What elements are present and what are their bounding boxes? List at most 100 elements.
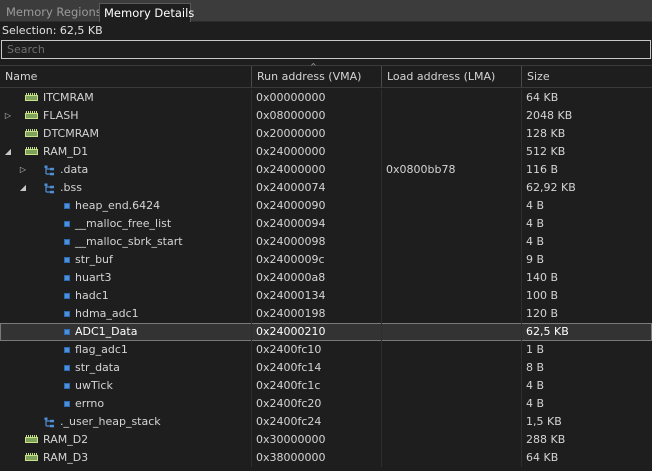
column-divider bbox=[251, 413, 252, 431]
row-run-address: 0x24000134 bbox=[256, 289, 326, 302]
column-divider bbox=[251, 323, 252, 341]
tab-memory-details[interactable]: Memory Details bbox=[99, 3, 194, 22]
column-divider bbox=[521, 305, 522, 323]
row-name: DTCMRAM bbox=[43, 127, 99, 140]
row-name: str_buf bbox=[75, 253, 113, 266]
column-divider bbox=[381, 125, 382, 143]
tree-row[interactable]: str_buf 0x2400009c 9 B bbox=[0, 251, 652, 269]
column-header-name[interactable]: Name bbox=[0, 66, 251, 87]
column-divider bbox=[521, 287, 522, 305]
column-divider bbox=[521, 323, 522, 341]
column-divider bbox=[381, 89, 382, 107]
tree-row[interactable]: hadc1 0x24000134 100 B bbox=[0, 287, 652, 305]
column-divider bbox=[381, 179, 382, 197]
memory-chip-icon bbox=[25, 107, 39, 125]
column-divider bbox=[381, 269, 382, 287]
column-divider bbox=[521, 251, 522, 269]
row-name: heap_end.6424 bbox=[75, 199, 161, 212]
tab-memory-regions[interactable]: Memory Regions bbox=[2, 3, 102, 22]
column-divider bbox=[251, 179, 252, 197]
tree-row[interactable]: ▷ .data 0x24000000 0x0800bb78 116 B bbox=[0, 161, 652, 179]
column-divider bbox=[521, 197, 522, 215]
expanded-arrow-icon[interactable]: ◢ bbox=[3, 143, 13, 161]
row-size: 116 B bbox=[526, 163, 559, 176]
row-run-address: 0x00000000 bbox=[256, 91, 326, 104]
symbol-icon bbox=[60, 233, 74, 251]
column-divider bbox=[381, 161, 382, 179]
column-divider bbox=[251, 89, 252, 107]
row-size: 4 B bbox=[526, 235, 545, 248]
symbol-icon bbox=[60, 251, 74, 269]
tree-row[interactable]: flag_adc1 0x2400fc10 1 B bbox=[0, 341, 652, 359]
row-name: str_data bbox=[75, 361, 120, 374]
row-name: .data bbox=[60, 163, 89, 176]
memory-chip-icon bbox=[25, 125, 39, 143]
row-run-address: 0x08000000 bbox=[256, 109, 326, 122]
column-divider bbox=[381, 431, 382, 449]
row-run-address: 0x24000210 bbox=[256, 325, 326, 338]
row-name: hadc1 bbox=[75, 289, 109, 302]
column-divider bbox=[381, 233, 382, 251]
column-divider bbox=[251, 269, 252, 287]
row-size: 9 B bbox=[526, 253, 545, 266]
column-divider bbox=[251, 359, 252, 377]
row-run-address: 0x2400fc20 bbox=[256, 397, 322, 410]
row-name: ITCMRAM bbox=[43, 91, 94, 104]
column-divider bbox=[381, 323, 382, 341]
column-divider bbox=[251, 377, 252, 395]
row-name: uwTick bbox=[75, 379, 113, 392]
section-tree-icon bbox=[43, 179, 57, 197]
collapsed-arrow-icon[interactable]: ▷ bbox=[3, 107, 13, 125]
column-divider bbox=[251, 251, 252, 269]
tree-row[interactable]: hdma_adc1 0x24000198 120 B bbox=[0, 305, 652, 323]
column-header-load-address[interactable]: Load address (LMA) bbox=[381, 66, 521, 87]
column-divider bbox=[521, 125, 522, 143]
row-size: 2048 KB bbox=[526, 109, 573, 122]
tree-row[interactable]: ADC1_Data 0x24000210 62,5 KB bbox=[0, 323, 652, 341]
tree-row[interactable]: RAM_D2 0x30000000 288 KB bbox=[0, 431, 652, 449]
column-divider bbox=[521, 359, 522, 377]
tree-row[interactable]: huart3 0x240000a8 140 B bbox=[0, 269, 652, 287]
column-divider bbox=[381, 287, 382, 305]
column-divider bbox=[251, 305, 252, 323]
expanded-arrow-icon[interactable]: ◢ bbox=[18, 179, 28, 197]
row-size: 512 KB bbox=[526, 145, 566, 158]
search-box bbox=[1, 40, 651, 59]
tree-row[interactable]: ◢ .bss 0x24000074 62,92 KB bbox=[0, 179, 652, 197]
row-size: 1 B bbox=[526, 343, 545, 356]
column-divider bbox=[251, 197, 252, 215]
column-divider bbox=[251, 161, 252, 179]
row-name: ._user_heap_stack bbox=[60, 415, 161, 428]
tree-row[interactable]: DTCMRAM 0x20000000 128 KB bbox=[0, 125, 652, 143]
tree-row[interactable]: ◢ RAM_D1 0x24000000 512 KB bbox=[0, 143, 652, 161]
symbol-icon bbox=[60, 215, 74, 233]
tree-row[interactable]: ITCMRAM 0x00000000 64 KB bbox=[0, 89, 652, 107]
tree-row[interactable]: uwTick 0x2400fc1c 4 B bbox=[0, 377, 652, 395]
tree-row[interactable]: RAM_D3 0x38000000 64 KB bbox=[0, 449, 652, 467]
symbol-icon bbox=[60, 197, 74, 215]
column-header-size[interactable]: Size bbox=[521, 66, 652, 87]
collapsed-arrow-icon[interactable]: ▷ bbox=[18, 161, 28, 179]
column-divider bbox=[251, 287, 252, 305]
tree-row[interactable]: str_data 0x2400fc14 8 B bbox=[0, 359, 652, 377]
column-divider bbox=[251, 125, 252, 143]
row-size: 8 B bbox=[526, 361, 545, 374]
row-name: RAM_D2 bbox=[43, 433, 89, 446]
tree-row[interactable]: ._user_heap_stack 0x2400fc24 1,5 KB bbox=[0, 413, 652, 431]
row-run-address: 0x2400fc14 bbox=[256, 361, 322, 374]
row-run-address: 0x20000000 bbox=[256, 127, 326, 140]
symbol-icon bbox=[60, 269, 74, 287]
tree-row[interactable]: __malloc_sbrk_start 0x24000098 4 B bbox=[0, 233, 652, 251]
row-size: 120 B bbox=[526, 307, 559, 320]
tree-row[interactable]: errno 0x2400fc20 4 B bbox=[0, 395, 652, 413]
tree-row[interactable]: __malloc_free_list 0x24000094 4 B bbox=[0, 215, 652, 233]
column-divider bbox=[251, 143, 252, 161]
tree-row[interactable]: ▷ FLASH 0x08000000 2048 KB bbox=[0, 107, 652, 125]
column-divider bbox=[521, 395, 522, 413]
row-size: 1,5 KB bbox=[526, 415, 562, 428]
column-divider bbox=[381, 449, 382, 467]
row-name: RAM_D3 bbox=[43, 451, 89, 464]
search-input[interactable] bbox=[2, 41, 650, 58]
column-divider bbox=[251, 395, 252, 413]
tree-row[interactable]: heap_end.6424 0x24000090 4 B bbox=[0, 197, 652, 215]
